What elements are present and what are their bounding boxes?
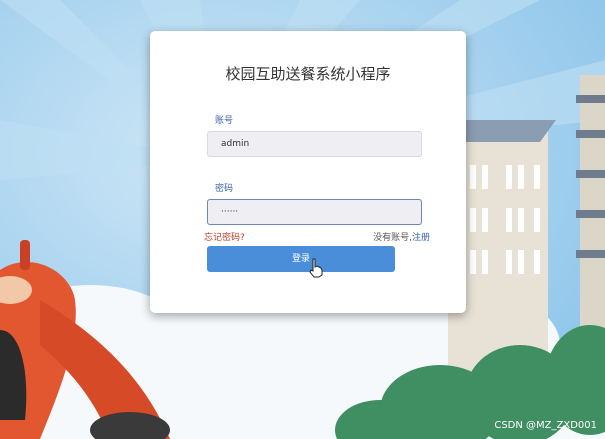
password-field[interactable]: ······ (207, 199, 422, 225)
account-field[interactable]: admin (207, 131, 422, 157)
register-prefix: 没有账号, (373, 233, 412, 243)
password-label: 密码 (215, 184, 234, 194)
login-button[interactable]: 登录 (207, 246, 395, 272)
login-card: 校园互助送餐系统小程序 账号 admin 密码 ······ 忘记密码? 没有账… (150, 31, 466, 313)
watermark-text: CSDN @MZ_ZXD001 (494, 420, 597, 431)
forgot-password-link[interactable]: 忘记密码? (204, 230, 245, 243)
register-prompt: 没有账号,注册 (373, 230, 430, 243)
account-label: 账号 (215, 116, 234, 126)
page-title: 校园互助送餐系统小程序 (225, 65, 391, 83)
register-link[interactable]: 注册 (412, 233, 430, 243)
hand-cursor-icon (309, 258, 323, 278)
